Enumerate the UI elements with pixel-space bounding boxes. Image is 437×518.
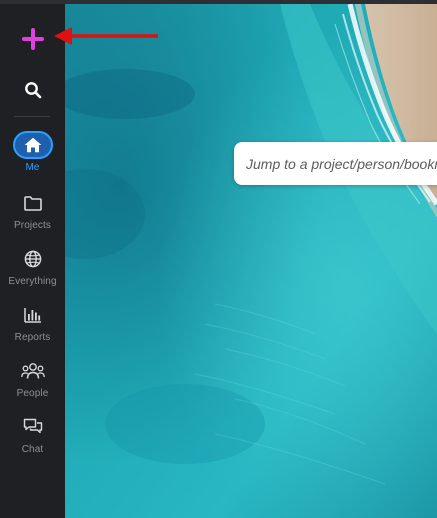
sidebar-item-me[interactable]: Me bbox=[0, 131, 65, 183]
search-icon bbox=[25, 82, 42, 99]
sidebar-item-label: Reports bbox=[14, 332, 51, 343]
sidebar-item-everything[interactable]: Everything bbox=[0, 245, 65, 297]
sidebar-item-projects[interactable]: Projects bbox=[0, 189, 65, 241]
globe-icon-wrap bbox=[13, 245, 53, 273]
red-arrow-annotation bbox=[54, 27, 158, 45]
sidebar-item-people[interactable]: People bbox=[0, 357, 65, 409]
sidebar: Me Projects Everything Reports People Ch… bbox=[0, 4, 65, 518]
home-icon bbox=[24, 137, 41, 153]
people-icon-wrap bbox=[13, 357, 53, 385]
folder-icon-wrap bbox=[13, 189, 53, 217]
home-icon-wrap bbox=[12, 131, 53, 159]
search-button[interactable] bbox=[22, 79, 44, 101]
sidebar-item-label: Everything bbox=[8, 276, 57, 287]
sidebar-item-label: Projects bbox=[14, 220, 51, 231]
sidebar-item-reports[interactable]: Reports bbox=[0, 301, 65, 353]
sidebar-item-label: People bbox=[16, 388, 49, 399]
add-button[interactable] bbox=[20, 26, 46, 52]
jump-to-search[interactable] bbox=[234, 142, 437, 185]
sidebar-item-label: Me bbox=[25, 162, 40, 173]
beach-image bbox=[65, 4, 437, 518]
sidebar-item-label: Chat bbox=[21, 444, 44, 455]
bar-chart-icon bbox=[23, 308, 41, 323]
chat-icon bbox=[23, 418, 42, 434]
people-icon bbox=[20, 363, 45, 379]
background-image bbox=[65, 4, 437, 518]
globe-icon bbox=[24, 250, 41, 268]
sidebar-item-chat[interactable]: Chat bbox=[0, 413, 65, 465]
jump-to-input[interactable] bbox=[246, 155, 437, 172]
chat-icon-wrap bbox=[13, 413, 53, 441]
sidebar-divider bbox=[14, 116, 50, 117]
folder-icon bbox=[23, 195, 42, 211]
plus-icon bbox=[22, 28, 44, 50]
bar-chart-icon-wrap bbox=[13, 301, 53, 329]
